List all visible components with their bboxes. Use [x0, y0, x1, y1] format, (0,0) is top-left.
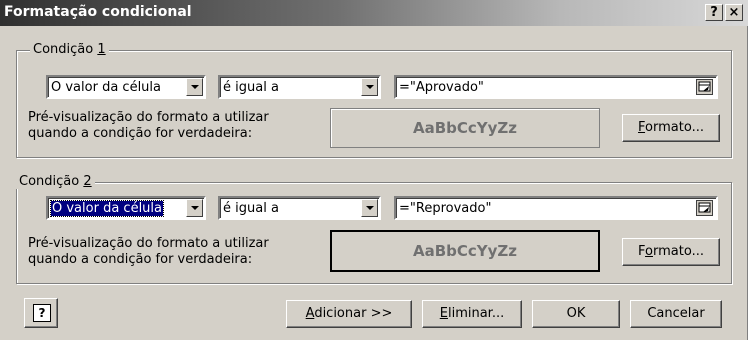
chevron-down-icon[interactable] [361, 78, 378, 96]
conditional-formatting-dialog: Formatação condicional ? × Condição 1 O … [0, 0, 748, 340]
condition-1-preview-label: Pré-visualização do formato a utilizar q… [28, 110, 269, 141]
condition-1-operand-value: O valor da célula [51, 80, 161, 95]
collapse-dialog-icon[interactable] [696, 200, 713, 216]
ok-button[interactable]: OK [532, 300, 620, 328]
window-title: Formatação condicional [4, 4, 192, 20]
add-button[interactable]: Adicionar >> [286, 300, 412, 328]
condition-2-value-text: ="Reprovado" [399, 201, 492, 216]
condition-1-format-button[interactable]: Formato... [622, 114, 720, 142]
collapse-dialog-icon[interactable] [696, 79, 713, 95]
condition-2-format-preview: AaBbCcYyZz [330, 230, 600, 272]
condition-2-operator-value: é igual a [223, 201, 279, 216]
condition-1-preview-sample: AaBbCcYyZz [412, 119, 518, 137]
condition-1-value-input[interactable]: ="Aprovado" [394, 75, 718, 99]
delete-button[interactable]: Eliminar... [422, 300, 522, 328]
condition-1-operand-select[interactable]: O valor da célula [46, 75, 206, 99]
help-icon: ? [33, 304, 51, 322]
condition-1-operator-value: é igual a [223, 80, 279, 95]
chevron-down-icon[interactable] [186, 199, 203, 217]
condition-2-legend: Condição 2 [16, 174, 95, 189]
title-help-button[interactable]: ? [705, 4, 723, 21]
condition-2-operand-value: O valor da célula [50, 200, 164, 217]
chevron-down-icon[interactable] [186, 78, 203, 96]
condition-1-operator-select[interactable]: é igual a [218, 75, 381, 99]
cancel-button[interactable]: Cancelar [630, 300, 722, 328]
condition-2-operand-select[interactable]: O valor da célula [46, 196, 206, 220]
condition-2-value-input[interactable]: ="Reprovado" [394, 196, 718, 220]
title-close-button[interactable]: × [725, 4, 743, 21]
condition-1-format-preview: AaBbCcYyZz [330, 108, 600, 148]
help-button[interactable]: ? [24, 298, 58, 328]
condition-1-legend: Condição 1 [30, 42, 109, 57]
chevron-down-icon[interactable] [361, 199, 378, 217]
condition-2-preview-label: Pré-visualização do formato a utilizar q… [28, 236, 269, 267]
condition-2-operator-select[interactable]: é igual a [218, 196, 381, 220]
condition-2-format-button[interactable]: Formato... [622, 238, 720, 266]
condition-1-value-text: ="Aprovado" [399, 80, 484, 95]
condition-2-preview-sample: AaBbCcYyZz [412, 242, 518, 260]
title-bar: Formatação condicional ? × [0, 0, 748, 26]
